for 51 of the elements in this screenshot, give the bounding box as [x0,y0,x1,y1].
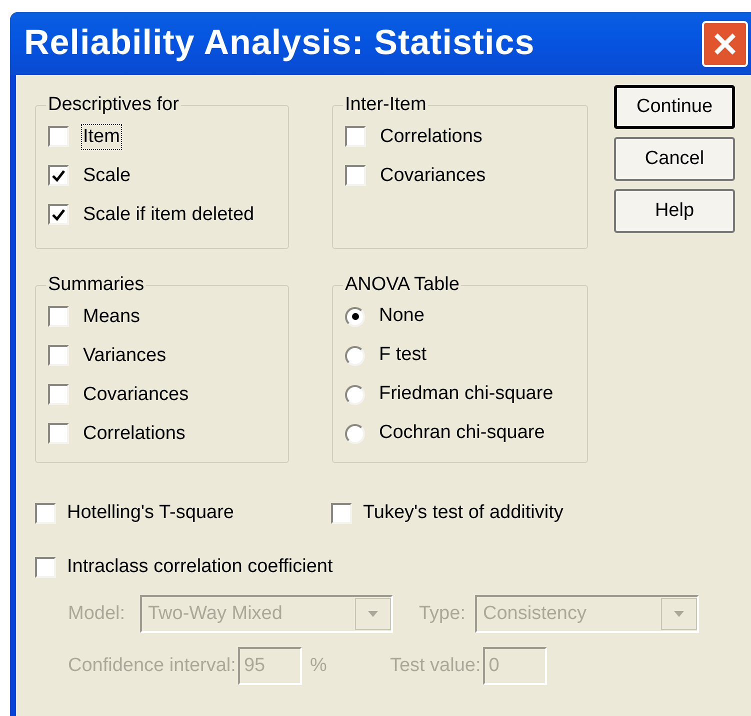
checkbox-label: Means [82,304,142,328]
field-label: Test value: [390,654,481,678]
close-button[interactable] [702,20,748,66]
radio-button[interactable] [345,424,365,444]
checkbox[interactable] [48,306,69,327]
close-icon [713,32,737,56]
checkbox[interactable] [48,384,69,405]
checkbox-label: Correlations [379,124,484,148]
checkbox[interactable] [48,126,69,147]
dropdown-value: Consistency [482,602,588,626]
checkbox-label: Scale if item deleted [82,202,256,226]
radio-label: Friedman chi-square [379,382,554,406]
dropdown-value: Two-Way Mixed [147,602,284,626]
dialog-button[interactable]: Cancel [614,137,735,181]
checkbox[interactable] [345,126,366,147]
checkbox-label: Covariances [379,164,487,188]
radio-label: None [379,304,424,328]
checkmark-icon [52,170,65,182]
dialog-button[interactable]: Help [614,189,735,233]
checkbox-label: Correlations [82,422,186,446]
field-label: Confidence interval: [68,654,236,678]
checkbox-label: Scale [82,164,132,188]
checkbox-label: Intraclass correlation coefficient [67,554,333,579]
radio-button[interactable] [345,384,365,404]
group-title: Summaries [47,273,146,297]
checkbox-label: Item [82,124,121,148]
checkbox[interactable] [48,345,69,366]
checkbox[interactable] [48,204,69,225]
field-label: Type: [419,602,466,626]
checkbox[interactable] [48,165,69,186]
checkbox[interactable] [35,502,56,524]
checkbox-label: Hotelling's T-square [67,500,234,525]
group-title: ANOVA Table [344,273,460,297]
unit-label: % [310,654,328,678]
checkbox-label: Tukey's test of additivity [363,500,564,525]
checkbox[interactable] [35,556,56,578]
radio-button[interactable] [345,346,365,366]
checkbox[interactable] [48,423,69,444]
field-label: Model: [68,602,126,626]
checkbox-label: Covariances [82,382,190,406]
radio-label: Cochran chi-square [379,421,545,446]
checkbox-label: Variances [82,344,168,368]
radio-button[interactable] [345,306,365,326]
checkbox[interactable] [345,165,366,186]
window-title: Reliability Analysis: Statistics [24,22,535,64]
checkmark-icon [52,208,65,220]
dialog-button[interactable]: Continue [614,85,735,129]
radio-label: F test [379,343,427,368]
group-title: Inter-Item [344,93,428,117]
group-title: Descriptives for [47,93,180,117]
checkbox[interactable] [331,502,352,524]
